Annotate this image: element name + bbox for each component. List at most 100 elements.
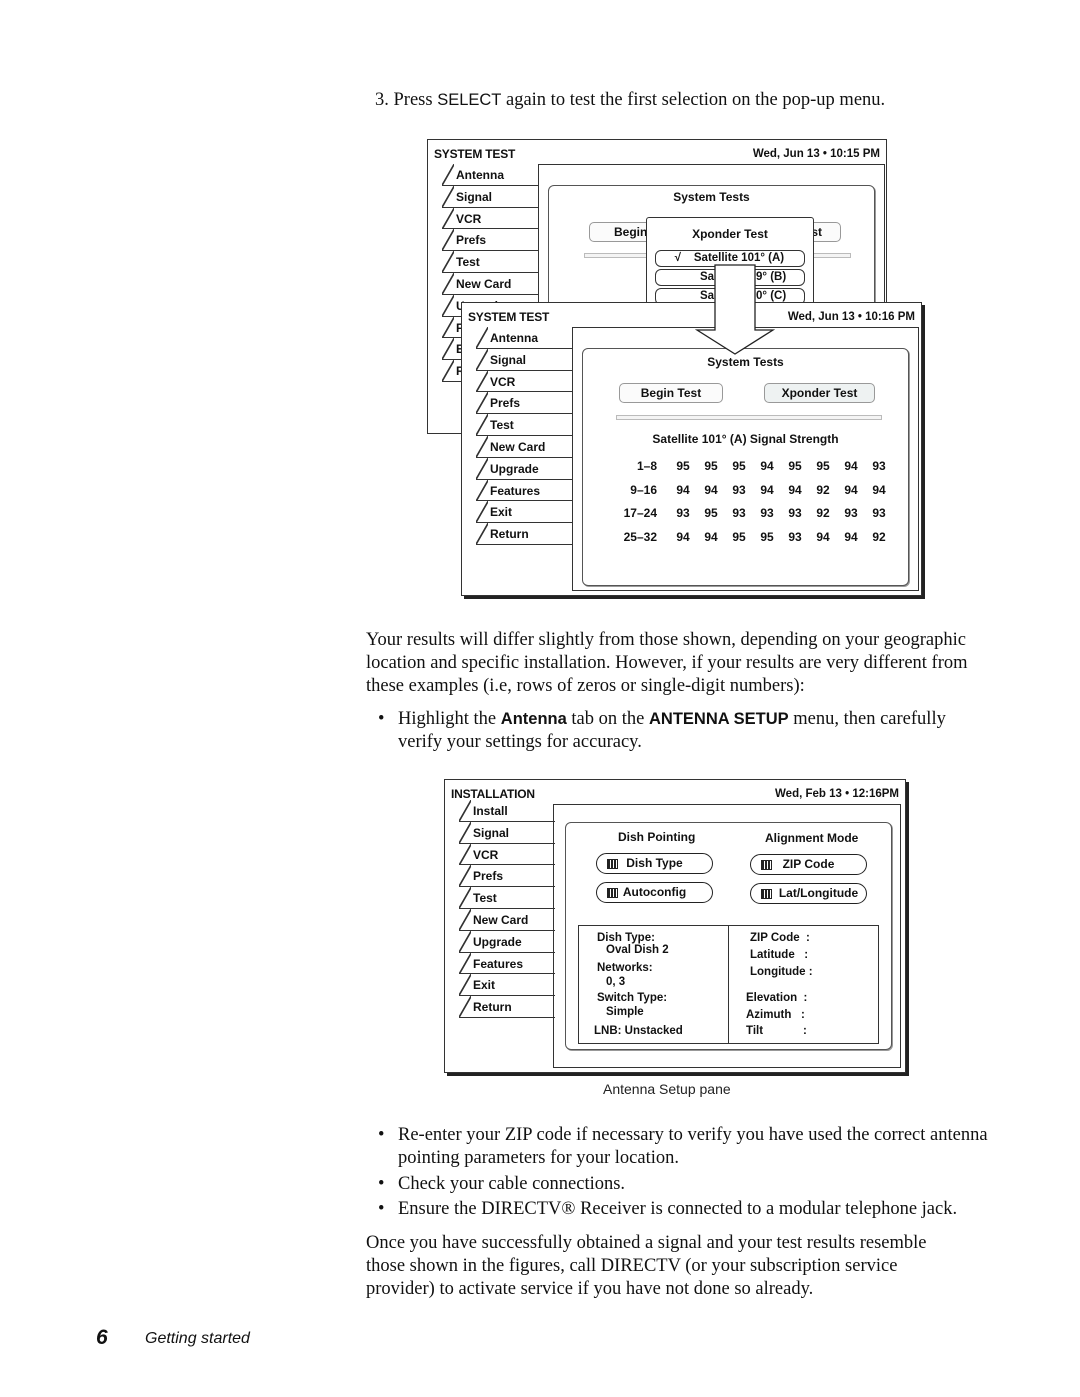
signal-value: 94 (760, 482, 774, 497)
dish-type-button[interactable]: Dish Type (596, 853, 713, 874)
screen-datetime: Wed, Jun 13 • 10:16 PM (787, 311, 915, 323)
tab-upgrade[interactable]: Upgrade (476, 457, 572, 480)
autoconfig-button[interactable]: Autoconfig (596, 882, 713, 903)
step-instruction: 3. Press SELECT again to test the first … (375, 90, 885, 111)
signal-value: 92 (816, 482, 830, 497)
signal-value: 95 (732, 459, 746, 473)
dish-type-label: Dish Type: (597, 932, 655, 944)
bullet-dot: • (378, 1125, 385, 1145)
tab-vcr[interactable]: VCR (442, 207, 538, 230)
tab-test[interactable]: Test (442, 251, 538, 273)
signal-value: 94 (844, 482, 858, 497)
tab-antenna[interactable]: Antenna (476, 327, 572, 349)
progress-bar (616, 415, 882, 420)
tab-features[interactable]: Features (476, 479, 572, 502)
networks-label: Networks: (597, 962, 653, 974)
tilt-colon: : (803, 1025, 807, 1037)
tab-features[interactable]: Features (459, 952, 555, 975)
signal-value: 93 (788, 506, 802, 520)
tab-new-card[interactable]: New Card (442, 272, 538, 295)
signal-value: 94 (816, 529, 830, 544)
xponder-test-button[interactable]: Xponder Test (764, 383, 875, 403)
zip-code-button[interactable]: ZIP Code (750, 854, 867, 875)
signal-value: 92 (816, 506, 830, 520)
tab-signal[interactable]: Signal (459, 821, 555, 844)
longitude-label: Longitude : (750, 966, 813, 978)
bullet-dot: • (378, 1174, 385, 1194)
signal-value: 93 (760, 506, 774, 520)
select-keyword: SELECT (437, 91, 502, 109)
transponder-range-label: 25–32 (623, 529, 657, 544)
signal-strength-title: Satellite 101° (A) Signal Strength (652, 432, 839, 446)
signal-value: 93 (676, 506, 690, 520)
tab-new-card[interactable]: New Card (476, 435, 572, 458)
networks-value: 0, 3 (606, 976, 626, 988)
signal-row: 25–32 94 94 95 95 93 94 94 92 (583, 529, 886, 546)
signal-row: 17–24 93 95 93 93 93 92 93 93 (583, 506, 886, 522)
tab-return[interactable]: Return (476, 523, 572, 545)
signal-value: 95 (704, 506, 718, 520)
signal-value: 94 (704, 482, 718, 497)
tab-exit[interactable]: Exit (476, 501, 572, 524)
antenna-setup-panel: Dish Pointing Alignment Mode Dish Type A… (565, 822, 892, 1050)
tab-upgrade[interactable]: Upgrade (459, 930, 555, 953)
transponder-range-label: 9–16 (630, 482, 657, 497)
tab-exit[interactable]: Exit (459, 974, 555, 997)
begin-test-button[interactable]: Begin Test (619, 383, 723, 403)
antenna-tab-ref: Antenna (500, 710, 567, 728)
check-icon: √ (674, 252, 681, 264)
activation-paragraph: Once you have successfully obtained a si… (366, 1233, 927, 1299)
cable-bullet: • Check your cable connections. (378, 1174, 626, 1194)
signal-row: 1–8 95 95 95 94 95 95 94 93 (583, 459, 886, 475)
signal-value: 95 (788, 459, 802, 473)
tab-vcr[interactable]: VCR (459, 843, 555, 866)
tab-prefs[interactable]: Prefs (459, 865, 555, 888)
tab-antenna[interactable]: Antenna (442, 164, 538, 186)
tab-test[interactable]: Test (476, 414, 572, 436)
bullet-dot: • (378, 709, 385, 729)
tab-prefs[interactable]: Prefs (442, 229, 538, 252)
page-number: 6 (96, 1326, 108, 1349)
transponder-range-label: 17–24 (623, 506, 657, 520)
figure-caption: Antenna Setup pane (603, 1081, 731, 1097)
signal-value: 94 (760, 459, 774, 473)
tab-test[interactable]: Test (459, 887, 555, 909)
panel-title: System Tests (673, 190, 750, 204)
signal-value: 92 (872, 529, 886, 544)
signal-value: 93 (732, 506, 746, 520)
zip-bullet: • Re-enter your ZIP code if necessary to… (378, 1125, 988, 1168)
system-test-screen-after: SYSTEM TEST Wed, Jun 13 • 10:16 PM Anten… (461, 302, 922, 596)
signal-strength-table: 1–8 95 95 95 94 95 95 94 93 9–16 94 94 93 94 94 92 94 94 1… (583, 459, 908, 559)
lat-longitude-button[interactable]: Lat/Longitude (750, 883, 867, 904)
zip-code-label: ZIP Code : (750, 932, 810, 944)
tab-signal[interactable]: Signal (442, 185, 538, 208)
tilt-label: Tilt (746, 1025, 764, 1037)
tab-signal[interactable]: Signal (476, 348, 572, 371)
switch-type-label: Switch Type: (597, 992, 668, 1004)
dish-type-value: Oval Dish 2 (606, 944, 669, 956)
switch-type-value: Simple (606, 1006, 644, 1018)
tab-return[interactable]: Return (459, 996, 555, 1018)
signal-value: 93 (732, 482, 746, 497)
system-tests-panel: System Tests Begin Test Xponder Test Sat… (582, 348, 909, 586)
tab-list: Install Signal VCR Prefs Test New Card U… (459, 800, 555, 1018)
section-title: Getting started (145, 1330, 250, 1347)
step-prefix: Press (393, 90, 433, 110)
tab-install[interactable]: Install (459, 800, 555, 822)
antenna-info-table: Dish Type: Oval Dish 2 Networks: 0, 3 Sw… (578, 925, 879, 1044)
signal-value: 95 (676, 459, 690, 473)
signal-value: 95 (760, 529, 774, 544)
azimuth-label: Azimuth : (746, 1009, 805, 1021)
screen-title: SYSTEM TEST (468, 310, 550, 324)
signal-value: 94 (844, 529, 858, 544)
signal-value: 94 (844, 459, 858, 473)
screen-title: INSTALLATION (451, 787, 535, 801)
latitude-label: Latitude : (750, 949, 809, 961)
tab-new-card[interactable]: New Card (459, 908, 555, 931)
phone-jack-bullet: • Ensure the DIRECTV® Receiver is connec… (378, 1199, 958, 1219)
screen-datetime: Wed, Feb 13 • 12:16PM (775, 788, 899, 800)
tab-prefs[interactable]: Prefs (476, 392, 572, 415)
screen-datetime: Wed, Jun 13 • 10:15 PM (752, 148, 880, 160)
tab-vcr[interactable]: VCR (476, 370, 572, 393)
popup-title: Xponder Test (692, 227, 768, 241)
